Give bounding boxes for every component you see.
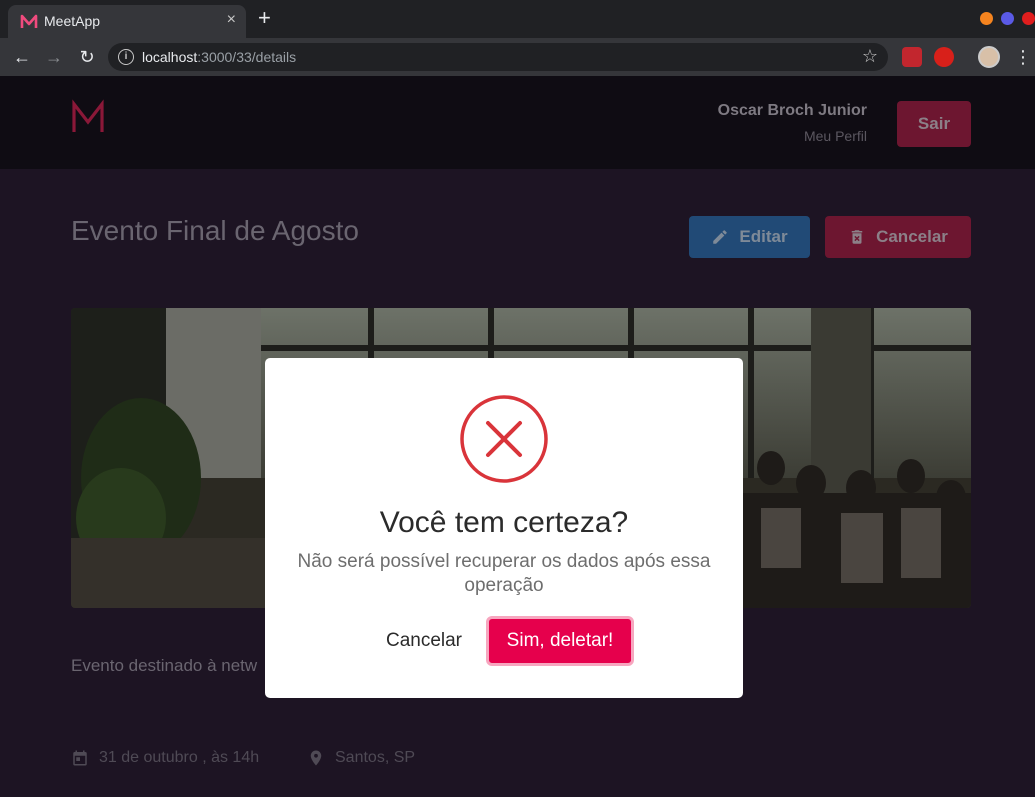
reload-icon[interactable]: ↻	[76, 46, 98, 68]
window-close-button[interactable]	[1022, 12, 1035, 25]
tab-title: MeetApp	[44, 13, 101, 29]
back-icon[interactable]: ←	[11, 46, 33, 68]
confirm-delete-modal: Você tem certeza? Não será possível recu…	[265, 358, 743, 698]
profile-avatar[interactable]	[978, 46, 1000, 68]
address-bar[interactable]: i localhost:3000/33/details ☆	[108, 43, 888, 71]
window-minimize-button[interactable]	[980, 12, 993, 25]
browser-tab[interactable]: MeetApp ×	[8, 5, 246, 38]
window-maximize-button[interactable]	[1001, 12, 1014, 25]
bookmark-star-icon[interactable]: ☆	[862, 46, 878, 67]
browser-menu-icon[interactable]: ⋮	[1014, 46, 1032, 68]
modal-cancel-button[interactable]: Cancelar	[375, 617, 473, 665]
browser-toolbar: ← → ↻ i localhost:3000/33/details ☆ ⋮	[0, 38, 1035, 76]
modal-message: Não será possível recuperar os dados apó…	[297, 551, 711, 596]
extension-icon[interactable]	[902, 47, 922, 67]
browser-tab-strip: MeetApp × +	[0, 0, 1035, 38]
url-text[interactable]: localhost:3000/33/details	[142, 49, 296, 65]
confirm-delete-button[interactable]: Sim, deletar!	[486, 616, 634, 666]
forward-icon[interactable]: →	[43, 46, 65, 68]
meetapp-favicon-icon	[20, 14, 38, 28]
modal-title: Você tem certeza?	[379, 506, 629, 539]
adblock-extension-icon[interactable]	[934, 47, 954, 67]
site-info-icon[interactable]: i	[118, 49, 134, 65]
new-tab-button[interactable]: +	[258, 7, 271, 29]
close-tab-icon[interactable]: ×	[227, 11, 236, 29]
error-x-icon	[460, 395, 548, 483]
